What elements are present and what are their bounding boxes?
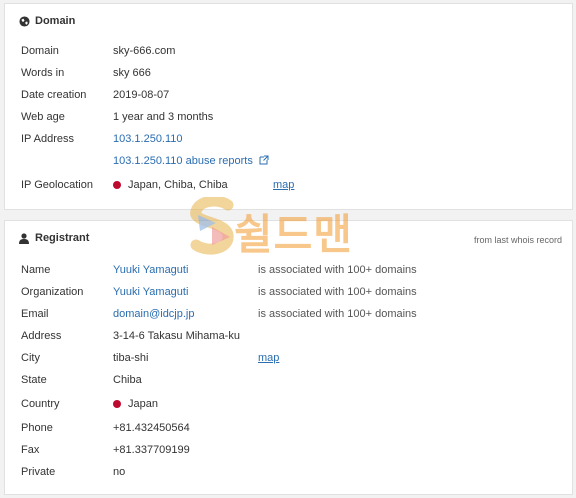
label-state: State [21, 374, 47, 386]
label-address: Address [21, 330, 62, 342]
label-fax: Fax [21, 444, 40, 456]
name-link[interactable]: Yuuki Yamaguti [113, 262, 188, 278]
email-link[interactable]: domain@idcjp.jp [113, 306, 195, 322]
value-address: 3-14-6 Takasu Mihama-ku [113, 330, 240, 342]
registrant-panel-title: Registrant [19, 232, 89, 244]
label-ip-geolocation: IP Geolocation [21, 179, 93, 191]
value-city: tiba-shi [113, 352, 149, 364]
geolocation-map-link[interactable]: map [273, 177, 294, 193]
label-domain: Domain [21, 45, 59, 57]
label-name: Name [21, 264, 51, 276]
value-web-age: 1 year and 3 months [113, 111, 214, 123]
whois-record-note: from last whois record [473, 235, 562, 245]
label-web-age: Web age [21, 111, 65, 123]
organization-link[interactable]: Yuuki Yamaguti [113, 284, 188, 300]
label-phone: Phone [21, 422, 53, 434]
japan-flag-icon [113, 181, 121, 189]
label-organization: Organization [21, 286, 84, 298]
name-assoc-text: is associated with 100+ domains [258, 264, 417, 276]
japan-flag-icon [113, 400, 121, 408]
label-date-creation: Date creation [21, 89, 87, 101]
domain-title-text: Domain [35, 15, 76, 27]
value-domain: sky-666.com [113, 45, 176, 57]
globe-icon [19, 15, 30, 27]
external-link-icon[interactable] [259, 154, 269, 170]
value-private: no [113, 466, 126, 478]
geolocation-text: Japan, Chiba, Chiba [128, 179, 228, 191]
abuse-reports-link[interactable]: 103.1.250.110 abuse reports [113, 155, 253, 167]
label-private: Private [21, 466, 56, 478]
value-fax: +81.337709199 [113, 444, 190, 456]
city-map-link[interactable]: map [258, 350, 279, 366]
domain-panel: Domain Domain sky-666.com Words in sky 6… [4, 3, 573, 210]
label-email: Email [21, 308, 49, 320]
value-country: Japan [113, 396, 158, 412]
value-state: Chiba [113, 374, 142, 386]
user-icon [19, 232, 30, 244]
value-date-creation: 2019-08-07 [113, 89, 170, 101]
email-assoc-text: is associated with 100+ domains [258, 308, 417, 320]
label-city: City [21, 352, 40, 364]
value-ip-geolocation: Japan, Chiba, Chiba [113, 177, 228, 193]
organization-assoc-text: is associated with 100+ domains [258, 286, 417, 298]
country-text: Japan [128, 398, 158, 410]
registrant-title-text: Registrant [35, 232, 90, 244]
ip-address-link[interactable]: 103.1.250.110 [113, 131, 183, 147]
abuse-reports-wrap: 103.1.250.110 abuse reports [113, 153, 269, 170]
label-words: Words in [21, 67, 65, 79]
label-ip-address: IP Address [21, 133, 74, 145]
value-phone: +81.432450564 [113, 422, 190, 434]
value-words: sky 666 [113, 67, 151, 79]
domain-panel-title: Domain [19, 15, 75, 27]
registrant-panel: Registrant from last whois record Name Y… [4, 220, 573, 495]
label-country: Country [21, 398, 60, 410]
